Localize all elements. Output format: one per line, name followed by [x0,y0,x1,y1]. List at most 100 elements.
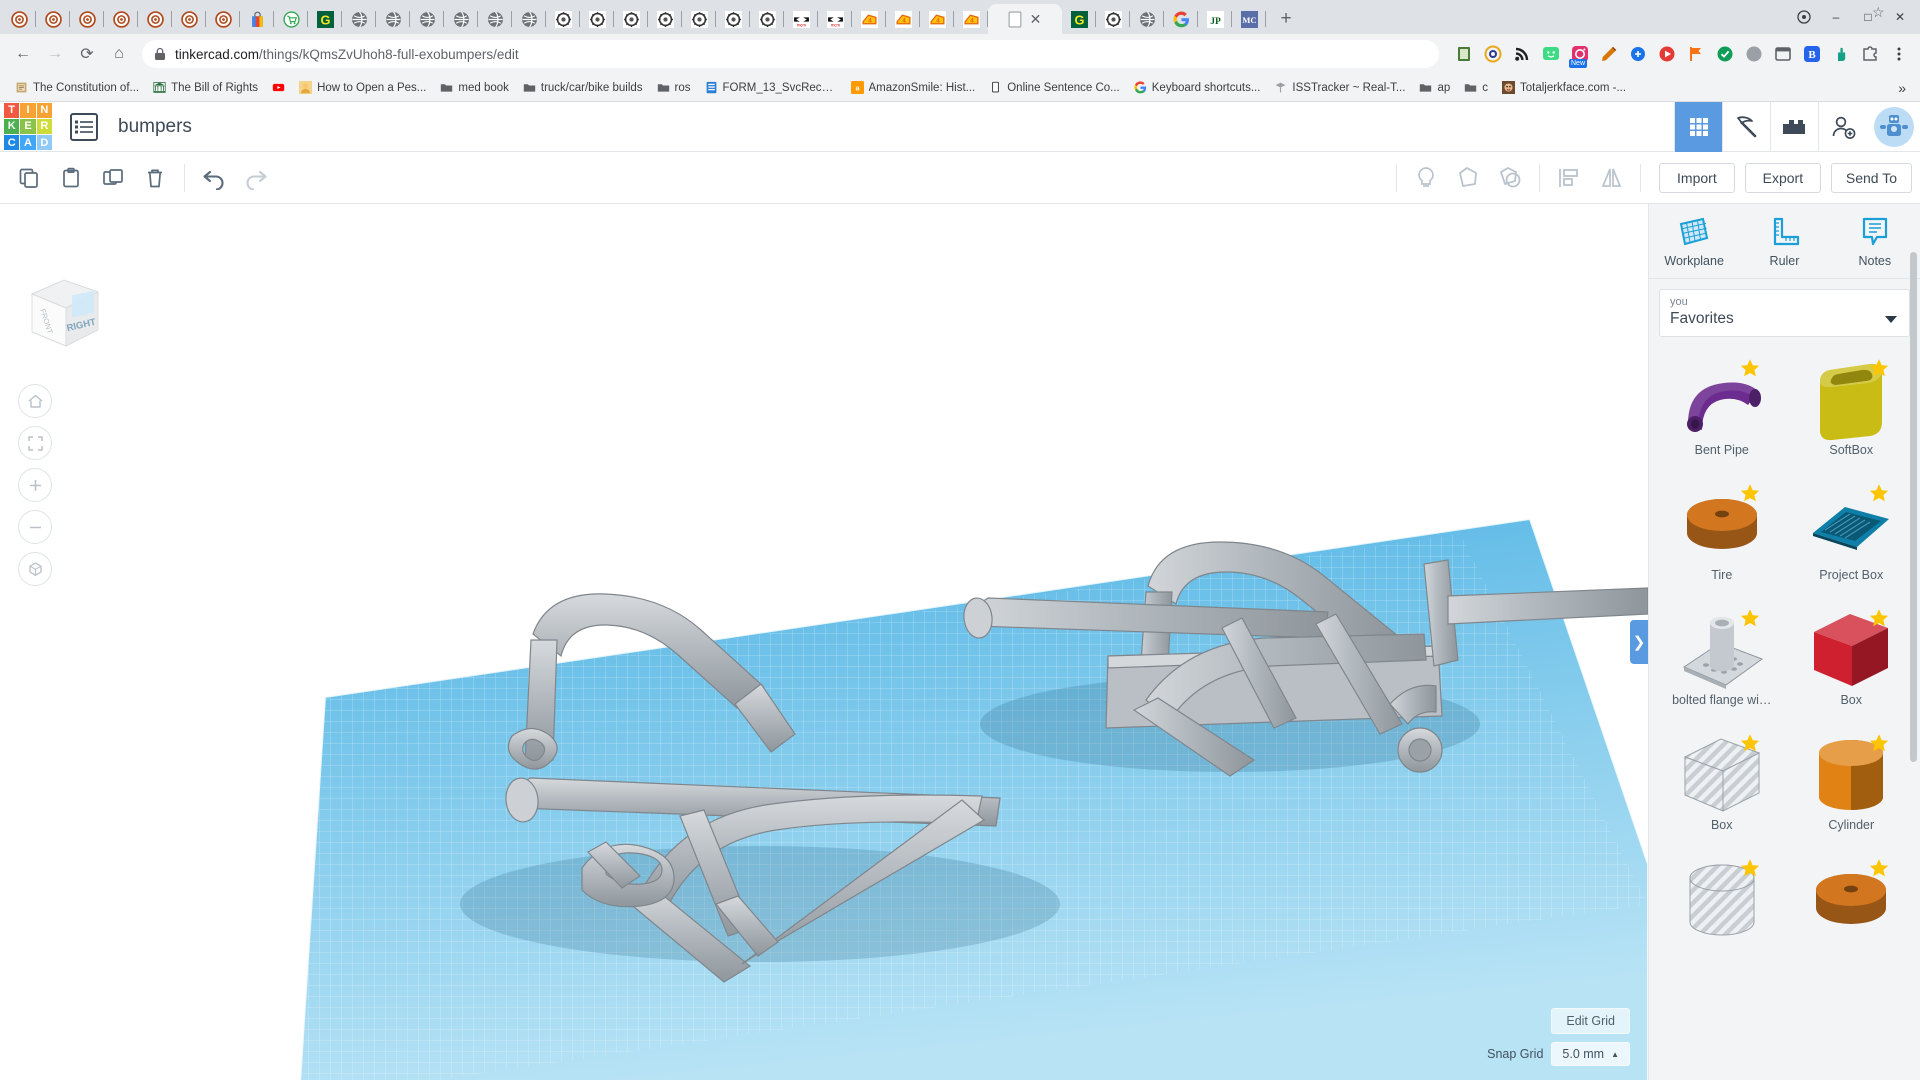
group-button[interactable] [1489,158,1531,198]
favorite-star-icon[interactable] [1868,607,1890,629]
bookmark-item[interactable]: truck/car/bike builds [516,78,650,97]
bookmark-item[interactable]: med book [433,78,516,97]
ortho-toggle-button[interactable] [18,552,52,586]
browser-tab[interactable] [206,4,240,34]
align-button[interactable] [1548,158,1590,198]
mirror-button[interactable] [1590,158,1632,198]
bookmark-item[interactable]: ros [650,78,698,97]
browser-tab[interactable] [376,4,410,34]
ruler-tool[interactable]: Ruler [1739,216,1829,268]
tab-close-icon[interactable]: ✕ [1028,11,1044,27]
bookmark-item[interactable]: Totaljerkface.com -... [1495,78,1633,97]
browser-tab[interactable]: G [1062,4,1096,34]
shape-item[interactable]: Box [1657,728,1787,853]
orange-target-extension-button[interactable] [1480,41,1506,67]
kebab-menu-extension-button[interactable] [1886,41,1912,67]
shape-item[interactable]: bolted flange wi… [1657,603,1787,728]
light-button[interactable] [1405,158,1447,198]
bookmarks-overflow-button[interactable]: » [1892,80,1912,96]
bookmark-item[interactable]: The Bill of Rights [146,78,265,97]
bookmark-item[interactable]: ISSTracker ~ Real-T... [1267,78,1412,97]
bookmark-item[interactable]: FORM_13_SvcRec_L... [698,78,844,97]
bookmark-item[interactable]: Online Sentence Co... [982,78,1127,97]
snap-grid-select[interactable]: 5.0 mm ▲ [1551,1042,1630,1066]
favorite-star-icon[interactable] [1868,857,1890,879]
shapes-scrollbar[interactable] [1910,204,1917,1080]
shape-library-select[interactable]: you Favorites [1659,289,1910,337]
gray-circle-extension-button[interactable] [1741,41,1767,67]
window-extension-button[interactable] [1770,41,1796,67]
browser-tab[interactable] [138,4,172,34]
scrollbar-thumb[interactable] [1910,252,1917,762]
tab-active[interactable]: ✕ [988,4,1062,34]
browser-tab[interactable] [104,4,138,34]
browser-tab[interactable] [682,4,716,34]
import-button[interactable]: Import [1658,162,1735,193]
blue-dot-extension-button[interactable] [1625,41,1651,67]
redo-button[interactable] [235,158,277,198]
grid-view-button[interactable] [1674,101,1722,152]
browser-tab[interactable] [580,4,614,34]
back-button[interactable]: ← [8,39,38,69]
codeblocks-button[interactable] [1722,101,1770,152]
bookmark-item[interactable]: How to Open a Pes... [292,78,433,97]
paste-button[interactable] [50,158,92,198]
zoom-in-button[interactable] [18,468,52,502]
page-title[interactable]: bumpers [118,116,192,138]
favorite-star-icon[interactable] [1739,857,1761,879]
browser-tab[interactable] [172,4,206,34]
rss-extension-button[interactable] [1509,41,1535,67]
zoom-out-button[interactable] [18,510,52,544]
browser-tab[interactable]: 4 [852,4,886,34]
camera-extension-button[interactable]: New [1567,41,1593,68]
shape-item[interactable]: SoftBox [1787,353,1917,478]
browser-tab[interactable]: mcm [818,4,852,34]
browser-tab[interactable] [410,4,444,34]
address-bar[interactable]: tinkercad.com/things/kQmsZvUhoh8-full-ex… [142,4,1885,68]
browser-tab[interactable] [750,4,784,34]
browser-tab[interactable] [2,4,36,34]
extensions-overflow-icon[interactable] [1788,4,1820,30]
copy-button[interactable] [8,158,50,198]
browser-tab[interactable] [342,4,376,34]
user-avatar[interactable] [1874,106,1914,147]
browser-tab[interactable] [444,4,478,34]
browser-tab[interactable] [614,4,648,34]
panel-collapse-handle[interactable]: ❯ [1630,620,1648,664]
invite-button[interactable] [1818,101,1866,152]
browser-tab[interactable] [240,4,274,34]
delete-button[interactable] [134,158,176,198]
bookmark-item[interactable]: a AmazonSmile: Hist... [844,78,983,97]
bookmark-item[interactable] [265,78,292,97]
shape-item[interactable] [1657,853,1787,978]
bookmark-star-icon[interactable]: ☆ [1872,4,1894,26]
shape-item[interactable]: Tire [1657,478,1787,603]
puzzle-extension-button[interactable] [1857,41,1883,67]
favorite-star-icon[interactable] [1868,732,1890,754]
workplane-scene[interactable] [0,204,1648,1080]
browser-tab[interactable]: G [308,4,342,34]
shape-item[interactable]: Box [1787,603,1917,728]
flag-orange-extension-button[interactable] [1683,41,1709,67]
favorite-star-icon[interactable] [1868,357,1890,379]
editor-viewport[interactable]: RIGHT FRONT Edit Grid Snap Grid 5.0 mm ▲… [0,204,1648,1080]
pencil-extension-button[interactable] [1596,41,1622,67]
forward-button[interactable]: → [40,39,70,69]
home-view-button[interactable] [18,384,52,418]
workplane-tool[interactable]: Workplane [1649,216,1739,268]
favorite-star-icon[interactable] [1739,357,1761,379]
browser-tab[interactable]: 4 [954,4,988,34]
blocks-button[interactable] [1770,101,1818,152]
green-circle-extension-button[interactable] [1712,41,1738,67]
favorite-star-icon[interactable] [1739,607,1761,629]
browser-tab[interactable] [1164,4,1198,34]
bookmark-item[interactable]: ap [1412,78,1457,97]
bookmark-item[interactable]: The Constitution of... [8,78,146,97]
browser-tab[interactable] [478,4,512,34]
shape-item[interactable]: Project Box [1787,478,1917,603]
browser-tab[interactable] [512,4,546,34]
bookmark-item[interactable]: c [1457,78,1495,97]
project-menu-button[interactable] [70,112,98,141]
bookmark-item[interactable]: Keyboard shortcuts... [1127,78,1268,97]
view-cube[interactable]: RIGHT FRONT [22,272,106,356]
